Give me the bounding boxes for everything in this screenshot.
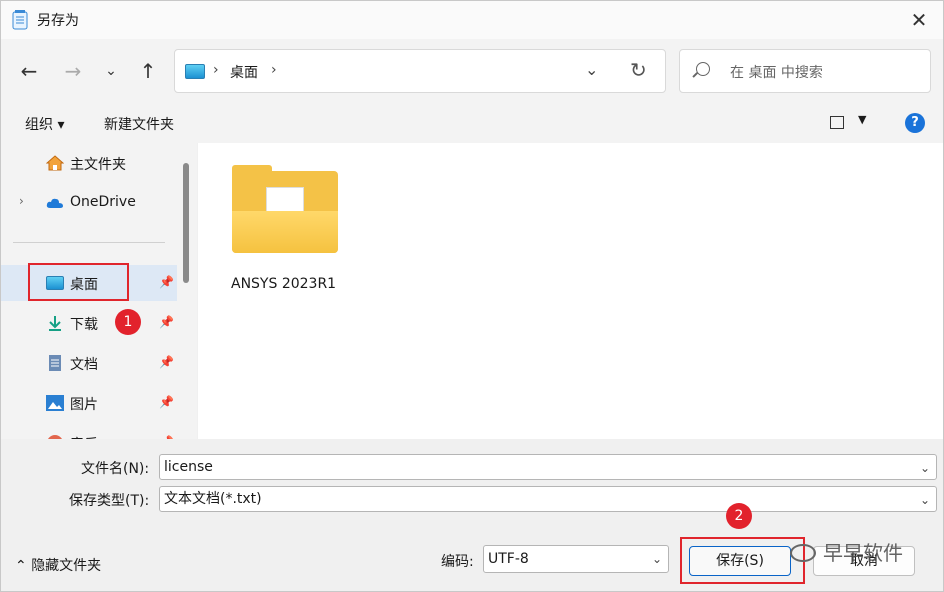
hide-folders-label: 隐藏文件夹: [31, 558, 102, 574]
step-badge-1: 1: [115, 309, 141, 335]
chevron-down-icon[interactable]: ⌄: [920, 456, 930, 480]
arrow-left-icon: ←: [20, 59, 38, 83]
folder-front-icon: [232, 211, 338, 253]
filename-value: license: [164, 459, 213, 475]
cloud-icon: [46, 198, 63, 208]
filetype-select[interactable]: 文本文档(*.txt) ⌄: [159, 486, 937, 512]
sidebar-item-label: 图片: [70, 397, 98, 413]
sidebar-item-label: 主文件夹: [70, 157, 126, 173]
wechat-icon: [790, 544, 816, 562]
arrow-right-icon: →: [64, 59, 82, 83]
highlight-box-desktop: [28, 263, 129, 301]
download-icon: [49, 316, 61, 331]
save-as-dialog: 另存为 ✕ ← → ⌄ ↑ › 桌面 › ⌄ ↻ 在 桌面 中搜索 组织 ▾ 新…: [0, 0, 944, 592]
organize-button[interactable]: 组织 ▾: [25, 114, 64, 134]
encoding-select[interactable]: UTF-8 ⌄: [483, 545, 669, 573]
arrow-up-icon: ↑: [139, 59, 157, 83]
folder-name: ANSYS 2023R1: [231, 276, 337, 292]
hide-folders-button[interactable]: ⌃ 隐藏文件夹: [15, 555, 101, 575]
search-box[interactable]: 在 桌面 中搜索: [679, 49, 931, 93]
close-button[interactable]: ✕: [905, 7, 933, 33]
home-icon: [46, 155, 64, 171]
file-list: ANSYS 2023R1: [198, 143, 943, 439]
breadcrumb-separator[interactable]: ›: [271, 62, 277, 78]
up-button[interactable]: ↑: [134, 57, 162, 85]
pin-icon: 📌: [159, 315, 174, 329]
desktop-icon: [185, 64, 205, 79]
sidebar-scrollbar[interactable]: [183, 163, 189, 283]
breadcrumb-separator: ›: [213, 62, 219, 78]
search-placeholder: 在 桌面 中搜索: [730, 65, 823, 81]
forward-button[interactable]: →: [59, 57, 87, 85]
chevron-down-icon[interactable]: ⌄: [652, 546, 662, 572]
picture-icon: [46, 395, 64, 411]
sidebar-item-label: OneDrive: [70, 194, 136, 210]
title-bar: 另存为 ✕: [1, 1, 943, 39]
chevron-up-icon: ⌃: [15, 558, 27, 574]
new-folder-button[interactable]: 新建文件夹: [104, 114, 174, 134]
filetype-value: 文本文档(*.txt): [164, 491, 262, 507]
help-icon[interactable]: ?: [905, 113, 925, 133]
step-badge-2: 2: [726, 503, 752, 529]
pin-icon: 📌: [159, 275, 174, 289]
search-icon: [696, 62, 710, 76]
address-bar[interactable]: › 桌面 › ⌄ ↻: [174, 49, 666, 93]
watermark-text: 早早软件: [823, 541, 903, 565]
sidebar-item-onedrive[interactable]: › OneDrive: [1, 185, 177, 221]
folder-item[interactable]: ANSYS 2023R1: [222, 165, 348, 305]
sidebar-item-downloads[interactable]: 下载 📌: [1, 305, 177, 341]
refresh-icon[interactable]: ↻: [630, 58, 647, 82]
navigation-bar: ← → ⌄ ↑ › 桌面 › ⌄ ↻ 在 桌面 中搜索: [1, 39, 943, 103]
sidebar-divider: [13, 242, 165, 243]
close-icon: ✕: [910, 8, 928, 32]
sidebar-item-pictures[interactable]: 图片 📌: [1, 385, 177, 421]
filetype-label: 保存类型(T):: [69, 493, 150, 509]
pin-icon: 📌: [159, 395, 174, 409]
chevron-down-icon: ⌄: [105, 63, 117, 79]
encoding-value: UTF-8: [488, 551, 529, 567]
window-title: 另存为: [37, 13, 79, 29]
sidebar-item-label: 文档: [70, 357, 98, 373]
notepad-icon: [12, 10, 28, 30]
command-bar: 组织 ▾ 新建文件夹 ▼ ?: [1, 103, 943, 143]
chevron-down-icon[interactable]: ⌄: [920, 488, 930, 512]
expand-icon[interactable]: ›: [19, 194, 24, 208]
recent-locations-button[interactable]: ⌄: [97, 57, 125, 85]
address-dropdown-icon[interactable]: ⌄: [585, 60, 598, 79]
sidebar-item-music[interactable]: 音乐 📌: [1, 425, 177, 439]
view-icon[interactable]: [830, 116, 844, 129]
document-icon: [49, 355, 61, 371]
breadcrumb-desktop[interactable]: 桌面: [230, 62, 258, 82]
filename-label: 文件名(N):: [81, 461, 150, 477]
sidebar-item-home[interactable]: 主文件夹: [1, 145, 177, 181]
sidebar-item-label: 下载: [70, 317, 98, 333]
pin-icon: 📌: [159, 355, 174, 369]
back-button[interactable]: ←: [15, 57, 43, 85]
sidebar-item-documents[interactable]: 文档 📌: [1, 345, 177, 381]
highlight-box-save: [680, 537, 805, 584]
view-dropdown-icon[interactable]: ▼: [858, 113, 866, 126]
filename-input[interactable]: license ⌄: [159, 454, 937, 480]
encoding-label: 编码:: [441, 554, 474, 570]
